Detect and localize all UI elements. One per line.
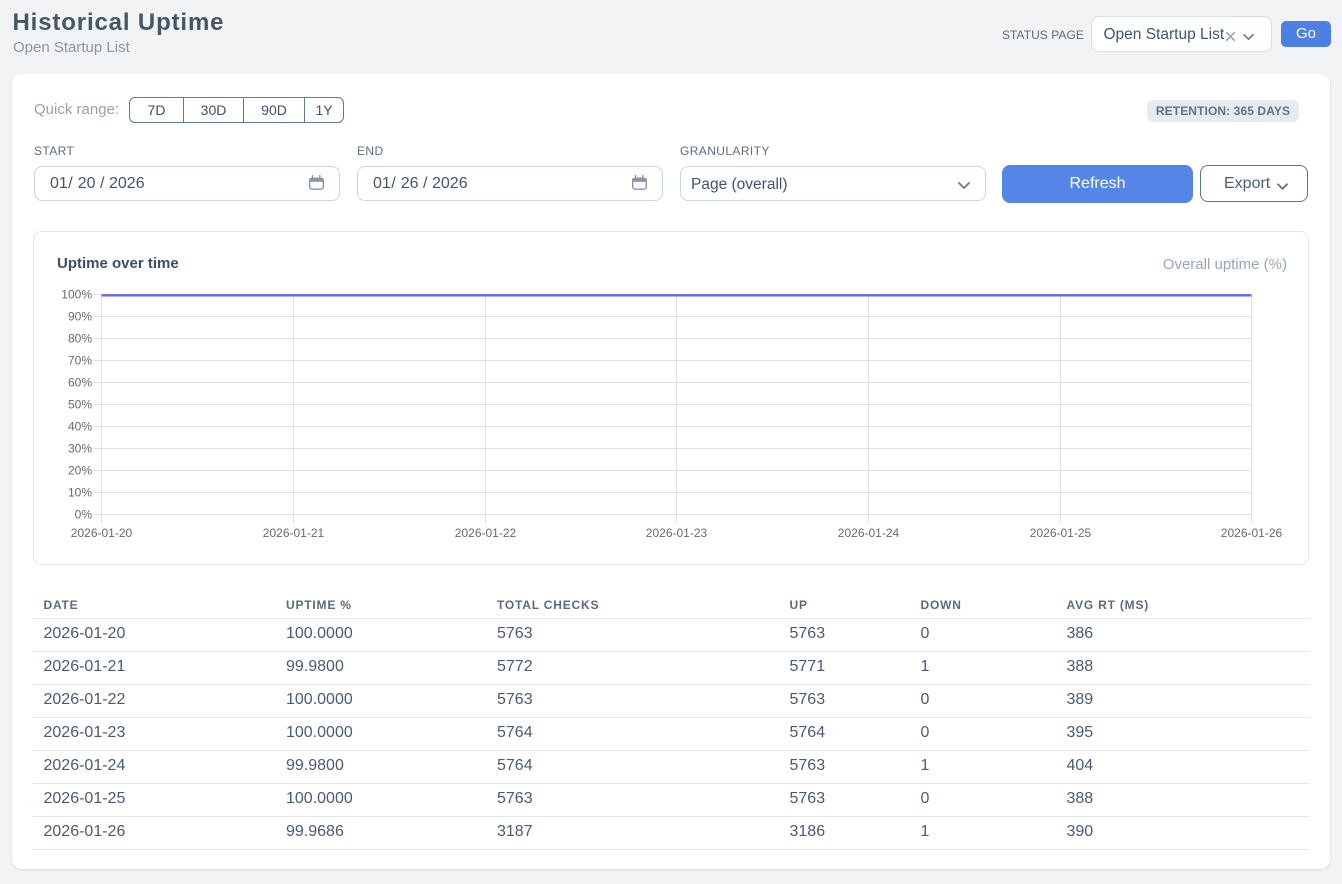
- svg-text:50%: 50%: [68, 398, 92, 412]
- svg-text:2026-01-20: 2026-01-20: [71, 526, 133, 540]
- svg-text:60%: 60%: [68, 376, 92, 390]
- svg-text:2026-01-26: 2026-01-26: [1221, 526, 1283, 540]
- svg-text:100%: 100%: [61, 288, 92, 302]
- svg-text:0%: 0%: [75, 508, 93, 522]
- svg-text:90%: 90%: [68, 310, 92, 324]
- svg-text:40%: 40%: [68, 420, 92, 434]
- svg-text:2026-01-23: 2026-01-23: [646, 526, 708, 540]
- svg-text:20%: 20%: [68, 464, 92, 478]
- svg-text:2026-01-22: 2026-01-22: [455, 526, 517, 540]
- svg-text:80%: 80%: [68, 332, 92, 346]
- svg-text:10%: 10%: [68, 486, 92, 500]
- svg-text:2026-01-25: 2026-01-25: [1030, 526, 1092, 540]
- svg-text:2026-01-21: 2026-01-21: [263, 526, 325, 540]
- svg-text:30%: 30%: [68, 442, 92, 456]
- svg-text:2026-01-24: 2026-01-24: [838, 526, 900, 540]
- svg-text:70%: 70%: [68, 354, 92, 368]
